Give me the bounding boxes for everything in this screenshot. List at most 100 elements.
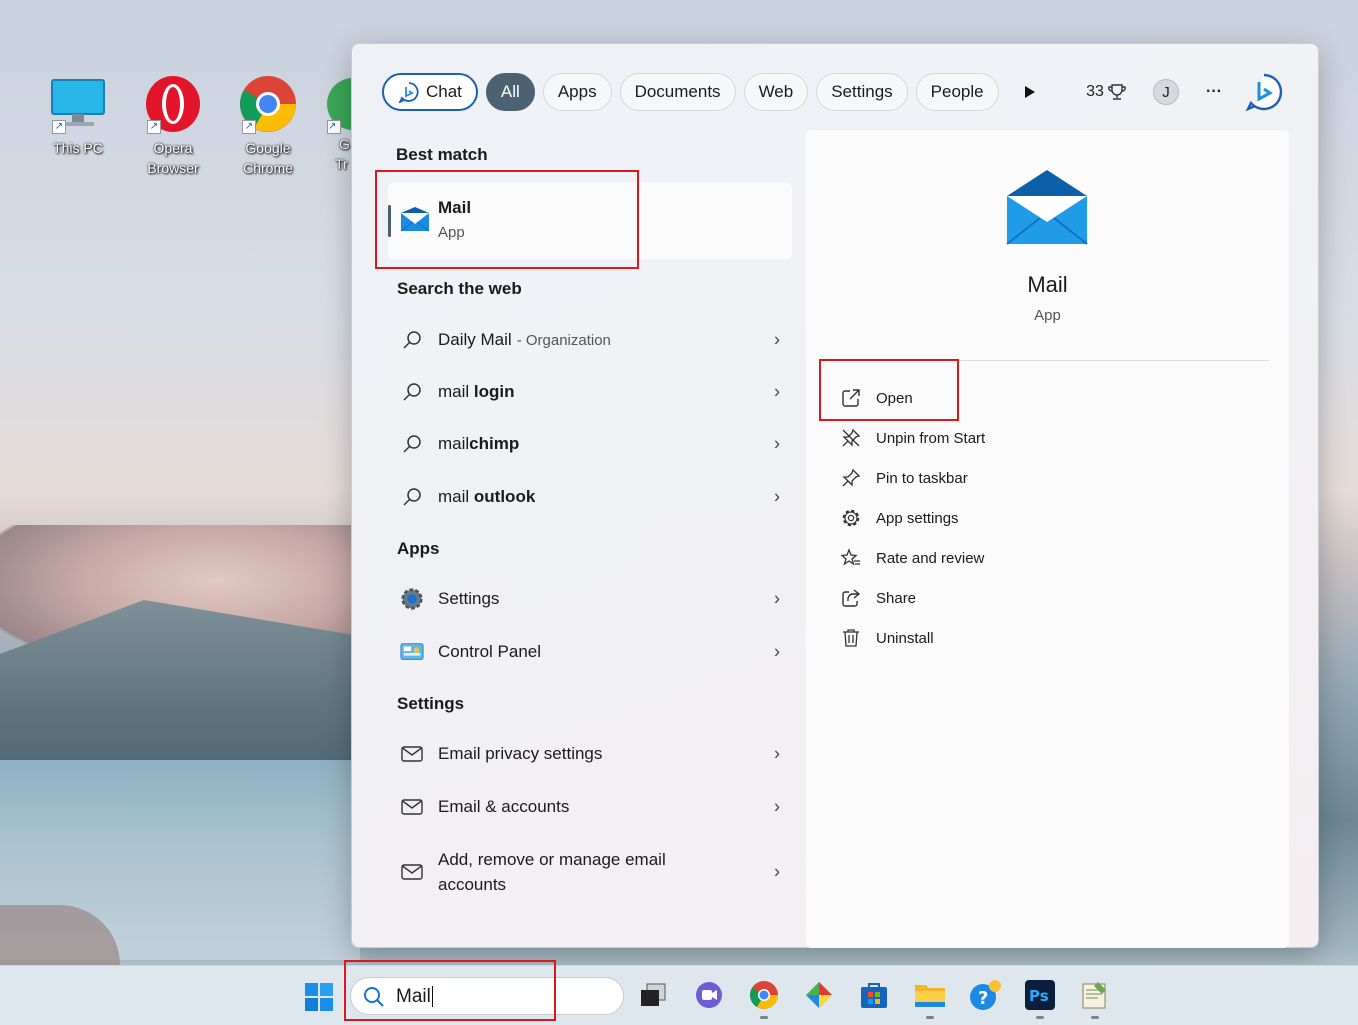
more-options-button[interactable]: ··· bbox=[1200, 74, 1228, 110]
search-icon bbox=[400, 485, 424, 509]
filter-settings[interactable]: Settings bbox=[816, 73, 908, 111]
svg-text:Ps: Ps bbox=[1029, 987, 1049, 1005]
app-result-label: Settings bbox=[438, 589, 500, 608]
desktop-icon-label: This PC bbox=[53, 140, 103, 156]
web-result-mailchimp[interactable]: mailchimp › bbox=[400, 424, 780, 464]
bing-chat-icon bbox=[398, 82, 419, 103]
filter-apps[interactable]: Apps bbox=[542, 73, 612, 111]
action-share[interactable]: Share bbox=[840, 583, 916, 613]
setting-result-label: Email & accounts bbox=[438, 797, 570, 816]
rewards-points-value: 33 bbox=[1086, 83, 1104, 100]
web-result-mail-login[interactable]: mail login › bbox=[400, 372, 780, 412]
app-result-settings[interactable]: Settings › bbox=[400, 579, 780, 619]
action-label: Pin to taskbar bbox=[876, 469, 968, 487]
action-pin-to-taskbar[interactable]: Pin to taskbar bbox=[840, 463, 968, 493]
setting-result-label: Email privacy settings bbox=[438, 744, 603, 763]
app-result-label: Control Panel bbox=[438, 642, 542, 661]
taskbar-file-explorer[interactable] bbox=[914, 980, 945, 1010]
filter-web[interactable]: Web bbox=[743, 73, 809, 111]
envelope-icon bbox=[400, 860, 424, 884]
folder-icon bbox=[915, 985, 945, 1007]
taskbar-get-help[interactable]: ? bbox=[969, 980, 1001, 1010]
trash-icon bbox=[840, 627, 862, 649]
filter-people[interactable]: People bbox=[915, 73, 999, 111]
highlight-best-match bbox=[375, 170, 639, 269]
teams-chat-button[interactable] bbox=[694, 980, 724, 1010]
filter-apps-label: Apps bbox=[557, 82, 597, 101]
google-translate-icon: ↗ bbox=[323, 74, 353, 134]
action-unpin-from-start[interactable]: Unpin from Start bbox=[840, 423, 985, 453]
windows-logo-icon bbox=[305, 983, 333, 1011]
chevron-right-icon: › bbox=[774, 743, 780, 764]
action-uninstall[interactable]: Uninstall bbox=[840, 623, 934, 653]
web-result-mail-outlook[interactable]: mail outlook › bbox=[400, 477, 780, 517]
filter-chat-label: Chat bbox=[426, 82, 462, 101]
web-result-text: mail outlook bbox=[438, 487, 536, 506]
desktop-icon-google-translate[interactable]: ↗ G Tr bbox=[323, 74, 353, 174]
search-icon bbox=[400, 432, 424, 456]
account-button[interactable]: J bbox=[1152, 74, 1180, 110]
search-web-heading: Search the web bbox=[397, 279, 522, 298]
unpin-icon bbox=[840, 427, 862, 449]
preview-app-name: Mail bbox=[1027, 272, 1068, 297]
more-filters-button[interactable] bbox=[1016, 74, 1044, 110]
chevron-right-icon: › bbox=[774, 588, 780, 609]
highlight-taskbar-search bbox=[344, 960, 556, 1021]
desktop-icon-chrome[interactable]: ↗ Google Chrome bbox=[228, 74, 308, 178]
svg-text:?: ? bbox=[978, 988, 988, 1009]
running-indicator bbox=[760, 1016, 768, 1019]
filter-all-label: All bbox=[500, 82, 520, 101]
taskbar-notepad-app[interactable] bbox=[1080, 980, 1110, 1010]
share-icon bbox=[840, 587, 862, 609]
web-result-text: Daily Mail - Organization bbox=[438, 330, 611, 349]
notepad-icon bbox=[1082, 982, 1106, 1009]
filter-chat[interactable]: Chat bbox=[382, 73, 478, 111]
bing-button[interactable] bbox=[1242, 73, 1286, 112]
start-button[interactable] bbox=[304, 982, 334, 1017]
search-filter-bar: Chat All Apps Documents Web Settings Peo… bbox=[382, 72, 999, 112]
desktop-icon-label: Google bbox=[245, 140, 291, 156]
opera-icon: ↗ bbox=[143, 74, 203, 134]
desktop-icon-label: G bbox=[339, 136, 350, 152]
chevron-right-icon: › bbox=[774, 381, 780, 402]
desktop-icon-label: Opera bbox=[153, 140, 193, 156]
web-result-daily-mail[interactable]: Daily Mail - Organization › bbox=[400, 320, 780, 360]
search-icon bbox=[400, 328, 424, 352]
help-icon: ? bbox=[970, 980, 1001, 1010]
chevron-right-icon: › bbox=[774, 329, 780, 350]
desktop-icon-opera[interactable]: ↗ Opera Browser bbox=[133, 74, 213, 178]
teams-chat-icon bbox=[696, 982, 722, 1008]
action-label: Uninstall bbox=[876, 629, 934, 647]
store-icon bbox=[861, 983, 887, 1008]
desktop-icon-this-pc[interactable]: ↗ This PC bbox=[38, 74, 118, 158]
taskbar-photoshop[interactable]: Ps bbox=[1025, 980, 1055, 1010]
action-label: Unpin from Start bbox=[876, 429, 986, 447]
filter-documents-label: Documents bbox=[634, 82, 721, 101]
web-result-text: mailchimp bbox=[438, 434, 520, 453]
taskbar-app-diamond[interactable] bbox=[804, 980, 834, 1010]
chevron-right-icon: › bbox=[774, 486, 780, 507]
highlight-open-action bbox=[819, 359, 959, 421]
best-match-heading: Best match bbox=[396, 145, 488, 164]
setting-result-manage-email-accounts[interactable]: Add, remove or manage email accounts › bbox=[400, 844, 780, 900]
action-label: Share bbox=[876, 589, 917, 607]
running-indicator bbox=[1091, 1016, 1099, 1019]
more-options-icon: ··· bbox=[1206, 83, 1222, 100]
app-result-control-panel[interactable]: Control Panel › bbox=[400, 632, 780, 672]
star-icon bbox=[840, 547, 862, 569]
taskbar-microsoft-store[interactable] bbox=[859, 980, 889, 1010]
setting-result-email-accounts[interactable]: Email & accounts › bbox=[400, 787, 780, 827]
filter-all[interactable]: All bbox=[485, 73, 535, 111]
taskbar-chrome[interactable] bbox=[749, 980, 779, 1010]
chevron-right-icon: › bbox=[774, 433, 780, 454]
taskbar: Mail ? Ps bbox=[0, 965, 1358, 1025]
task-view-button[interactable] bbox=[638, 980, 668, 1010]
this-pc-icon: ↗ bbox=[48, 74, 108, 134]
rewards-points[interactable]: 33 bbox=[1082, 74, 1130, 110]
colorful-diamond-icon bbox=[806, 982, 832, 1008]
setting-result-email-privacy[interactable]: Email privacy settings › bbox=[400, 734, 780, 774]
filter-documents[interactable]: Documents bbox=[619, 73, 736, 111]
action-app-settings[interactable]: App settings bbox=[840, 503, 959, 533]
action-rate-and-review[interactable]: Rate and review bbox=[840, 543, 984, 573]
search-icon bbox=[400, 380, 424, 404]
